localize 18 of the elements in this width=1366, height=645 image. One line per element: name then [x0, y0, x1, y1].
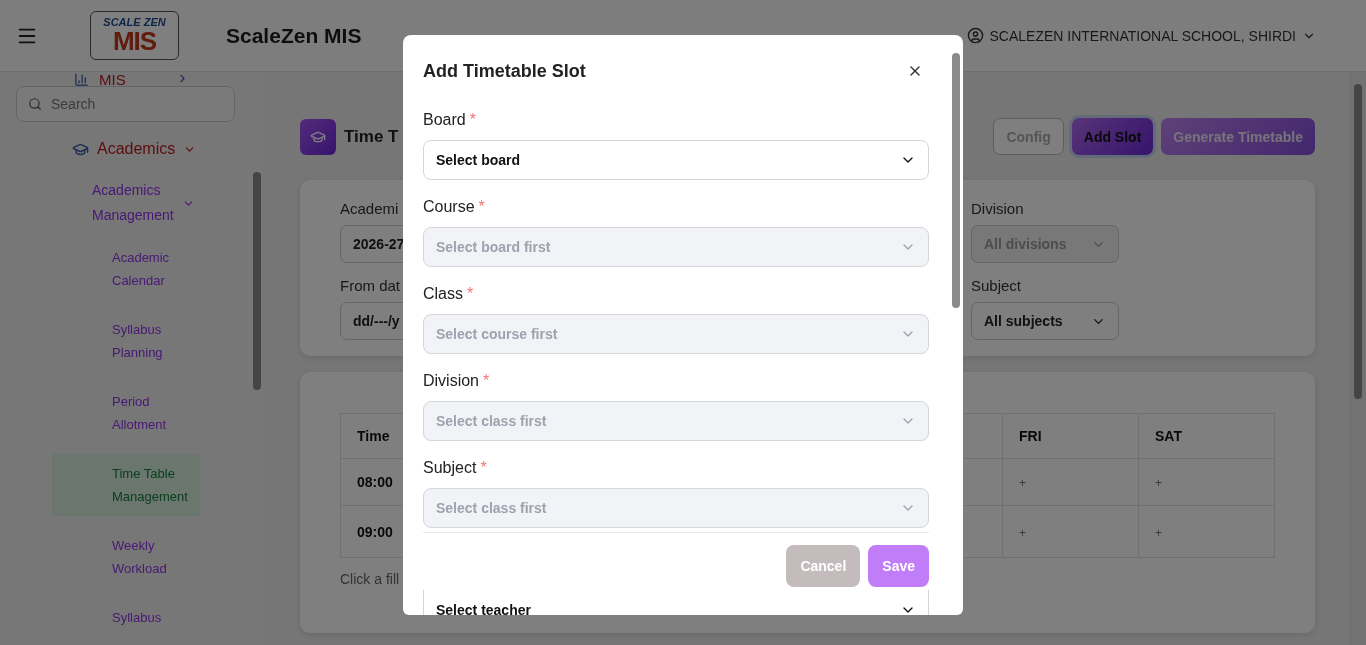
- field-label: Board *: [423, 111, 476, 129]
- hint-text: Click a fill: [340, 571, 400, 587]
- filter-label: Academi: [340, 200, 399, 217]
- logo: SCALE ZEN MIS: [90, 11, 179, 60]
- filter-label: From dat: [340, 277, 400, 294]
- column-header: SAT: [1138, 413, 1275, 459]
- field-label: Class *: [423, 285, 474, 303]
- field-label: Course *: [423, 198, 485, 216]
- field-label: Subject *: [423, 459, 487, 477]
- field-label: Division *: [423, 372, 490, 390]
- column-header: FRI: [1002, 413, 1139, 459]
- app-title: ScaleZen MIS: [226, 23, 362, 48]
- filter-label: Division: [971, 200, 1024, 217]
- filter-label: Subject: [971, 277, 1022, 294]
- time-cell: 09:00: [357, 523, 393, 540]
- time-cell: 08:00: [357, 474, 393, 490]
- modal-title: Add Timetable Slot: [423, 60, 586, 82]
- page-title: Time T: [344, 126, 399, 147]
